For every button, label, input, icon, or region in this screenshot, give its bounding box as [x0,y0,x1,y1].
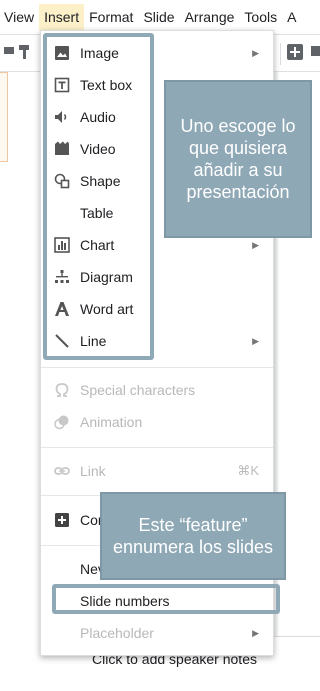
menu-insert[interactable]: Insert [39,4,85,30]
menu-item-special-characters[interactable]: Special characters [41,374,273,406]
submenu-arrow-icon: ▶ [252,335,259,346]
menu-annotation-callout: Uno escoge lo que quisiera añadir a su p… [164,80,312,238]
submenu-arrow-icon: ▶ [252,627,259,638]
menu-divider [41,447,273,448]
menu-arrange[interactable]: Arrange [180,4,240,30]
menu-addons[interactable]: A [282,4,301,30]
menu-annotation-text: Uno escoge lo que quisiera añadir a su p… [180,116,296,202]
menu-slide[interactable]: Slide [138,4,179,30]
submenu-arrow-icon: ▶ [252,47,259,58]
insert-comment-icon[interactable] [308,44,320,62]
slide-numbers-highlight-box [52,584,280,614]
menu-highlight-box [43,33,154,360]
paint-format-icon[interactable] [16,44,34,62]
menu-item-link[interactable]: Link ⌘K [41,455,273,487]
menu-tools[interactable]: Tools [239,4,282,30]
slide-numbers-annotation-callout: Este “feature” ennumera los slides [100,492,286,580]
menu-format[interactable]: Format [84,4,138,30]
omega-icon [53,381,71,399]
menu-item-placeholder[interactable]: Placeholder ▶ [41,617,273,649]
slide-thumbnail[interactable] [0,72,8,162]
new-slide-icon[interactable] [286,44,304,62]
link-shortcut: ⌘K [237,463,259,478]
menu-divider [41,367,273,368]
menu-bar: View Insert Format Slide Arrange Tools A [0,0,320,34]
menu-view[interactable]: View [0,4,39,30]
comment-plus-icon [53,511,71,529]
animation-icon [53,413,71,431]
menu-item-animation[interactable]: Animation [41,406,273,438]
link-icon [53,462,71,480]
submenu-arrow-icon: ▶ [252,239,259,250]
toolbar-divider [280,43,281,65]
slide-numbers-annotation-text: Este “feature” ennumera los slides [112,515,274,557]
